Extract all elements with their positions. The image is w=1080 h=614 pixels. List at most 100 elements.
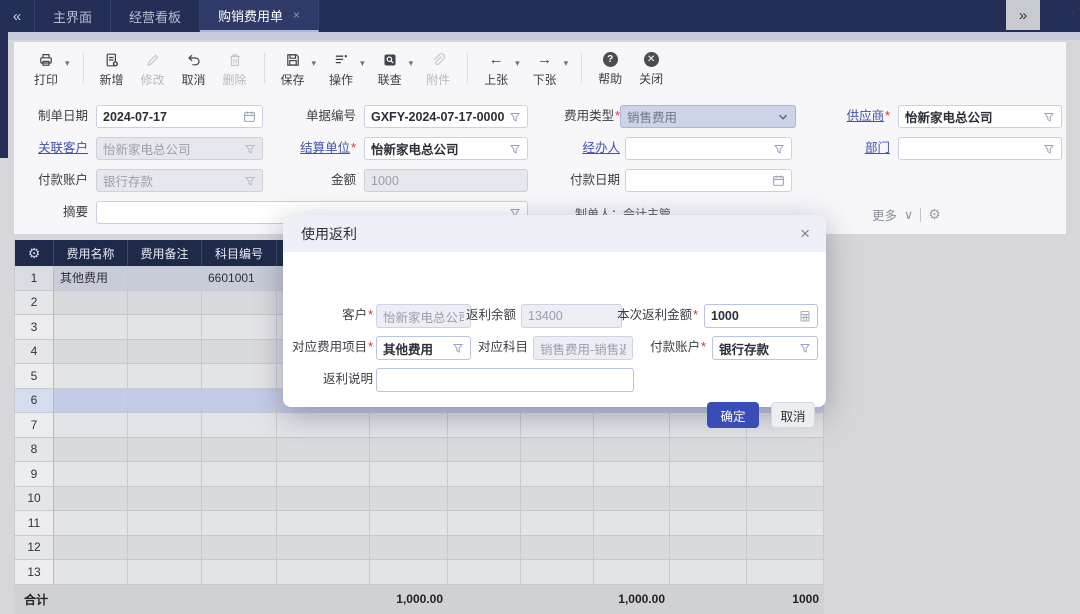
table-cell[interactable]	[54, 389, 128, 414]
filter-icon[interactable]	[799, 342, 811, 354]
chevron-down-icon[interactable]	[777, 111, 789, 123]
prev-caret-icon[interactable]: ▾	[515, 58, 520, 69]
table-cell[interactable]	[128, 315, 202, 340]
save-caret-icon[interactable]: ▾	[312, 58, 317, 69]
dialog-pay-account-input[interactable]: 银行存款	[712, 336, 818, 360]
table-cell[interactable]	[448, 438, 521, 463]
dialog-close-icon[interactable]: ×	[800, 225, 810, 242]
row-number[interactable]: 2	[14, 291, 54, 316]
gear-icon[interactable]: ⚙	[928, 206, 941, 223]
table-cell[interactable]	[521, 487, 594, 512]
rebate-note-input[interactable]	[376, 368, 634, 392]
table-cell[interactable]	[128, 364, 202, 389]
table-cell[interactable]	[128, 266, 202, 291]
table-cell[interactable]	[54, 291, 128, 316]
table-cell[interactable]	[277, 487, 370, 512]
table-cell[interactable]	[277, 511, 370, 536]
table-cell[interactable]	[202, 560, 277, 585]
table-cell[interactable]	[370, 462, 448, 487]
linked-query-caret-icon[interactable]: ▾	[409, 58, 414, 69]
table-cell[interactable]	[54, 438, 128, 463]
row-number[interactable]: 10	[14, 487, 54, 512]
table-cell[interactable]	[277, 413, 370, 438]
table-cell[interactable]	[747, 511, 824, 536]
table-cell[interactable]	[747, 438, 824, 463]
next-doc-button[interactable]: → 下张	[529, 52, 561, 88]
table-cell[interactable]	[202, 536, 277, 561]
collapse-right-icon[interactable]: »	[1006, 0, 1040, 30]
row-number[interactable]: 11	[14, 511, 54, 536]
table-cell[interactable]	[521, 462, 594, 487]
row-number[interactable]: 8	[14, 438, 54, 463]
operate-caret-icon[interactable]: ▾	[360, 58, 365, 69]
ok-button[interactable]: 确定	[707, 402, 759, 428]
table-cell[interactable]	[54, 536, 128, 561]
table-cell[interactable]	[128, 536, 202, 561]
department-label[interactable]: 部门	[804, 137, 890, 160]
table-cell[interactable]	[521, 560, 594, 585]
table-cell[interactable]	[277, 438, 370, 463]
table-cell[interactable]	[277, 462, 370, 487]
filter-icon[interactable]	[509, 143, 521, 155]
table-cell[interactable]	[202, 291, 277, 316]
supplier-input[interactable]: 怡新家电总公司	[898, 105, 1062, 128]
print-button[interactable]: 打印	[30, 52, 62, 88]
table-cell[interactable]	[670, 511, 747, 536]
expense-type-select[interactable]: 销售费用	[620, 105, 796, 128]
table-cell[interactable]	[594, 462, 670, 487]
rebate-amount-input[interactable]: 1000	[704, 304, 818, 328]
table-cell[interactable]	[54, 487, 128, 512]
table-cell[interactable]	[128, 438, 202, 463]
table-cell[interactable]	[54, 560, 128, 585]
table-cell[interactable]	[448, 536, 521, 561]
table-cell[interactable]	[202, 438, 277, 463]
save-button[interactable]: 保存	[277, 52, 309, 88]
table-cell[interactable]	[128, 560, 202, 585]
table-cell[interactable]	[277, 560, 370, 585]
help-button[interactable]: ? 帮助	[594, 52, 626, 87]
collapse-left-icon[interactable]: «	[0, 0, 34, 32]
doc-no-input[interactable]: GXFY-2024-07-17-00001	[364, 105, 528, 128]
table-cell[interactable]	[370, 487, 448, 512]
table-cell[interactable]	[521, 536, 594, 561]
more-toggle[interactable]: 更多 ∨ ⚙	[872, 205, 941, 224]
table-cell[interactable]	[128, 389, 202, 414]
table-cell[interactable]	[670, 560, 747, 585]
new-button[interactable]: 新增	[96, 52, 128, 88]
tab-main[interactable]: 主界面	[34, 0, 111, 32]
table-cell[interactable]	[594, 438, 670, 463]
table-cell[interactable]	[54, 413, 128, 438]
row-number[interactable]: 7	[14, 413, 54, 438]
table-cell[interactable]	[370, 413, 448, 438]
table-cell[interactable]	[594, 511, 670, 536]
table-cell[interactable]	[128, 462, 202, 487]
row-number[interactable]: 6	[14, 389, 54, 414]
department-input[interactable]	[898, 137, 1062, 160]
table-cell[interactable]: 其他费用	[54, 266, 128, 291]
table-cell[interactable]	[54, 340, 128, 365]
row-number[interactable]: 4	[14, 340, 54, 365]
cancel-dialog-button[interactable]: 取消	[771, 402, 815, 428]
table-cell[interactable]	[521, 438, 594, 463]
doc-date-input[interactable]: 2024-07-17	[96, 105, 263, 128]
tab-close-icon[interactable]: ×	[293, 8, 300, 22]
table-cell[interactable]	[54, 511, 128, 536]
filter-icon[interactable]	[1043, 111, 1055, 123]
table-cell[interactable]	[521, 413, 594, 438]
settle-unit-input[interactable]: 怡新家电总公司	[364, 137, 528, 160]
tab-expense-order[interactable]: 购销费用单 ×	[200, 0, 319, 32]
print-caret-icon[interactable]: ▾	[65, 58, 70, 69]
row-number[interactable]: 12	[14, 536, 54, 561]
filter-icon[interactable]	[773, 143, 785, 155]
tab-dashboard[interactable]: 经营看板	[111, 0, 200, 32]
table-cell[interactable]	[370, 511, 448, 536]
table-cell[interactable]	[594, 487, 670, 512]
pay-date-input[interactable]	[625, 169, 792, 192]
table-cell[interactable]	[594, 560, 670, 585]
table-cell[interactable]	[521, 511, 594, 536]
table-cell[interactable]	[202, 487, 277, 512]
row-number[interactable]: 9	[14, 462, 54, 487]
table-cell[interactable]	[370, 536, 448, 561]
table-cell[interactable]	[202, 389, 277, 414]
settle-unit-label[interactable]: 结算单位*	[276, 137, 356, 160]
